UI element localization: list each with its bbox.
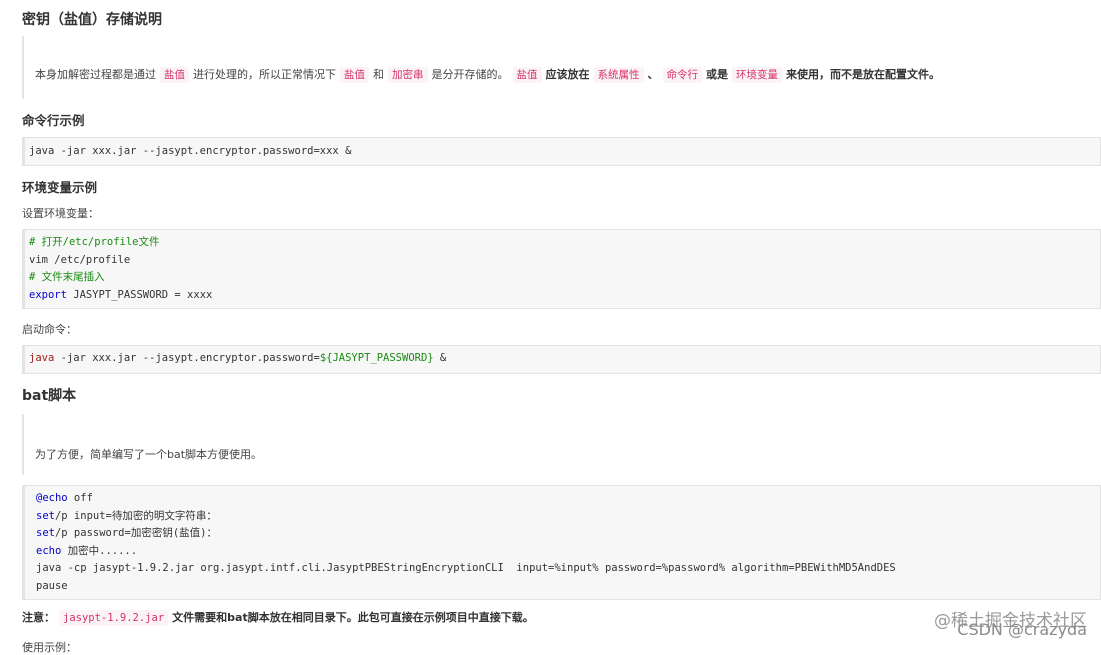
- code-variable: ${JASYPT_PASSWORD}: [319, 352, 434, 364]
- usage-label: 使用示例：: [22, 641, 77, 654]
- start-code-block: java -jar xxx.jar --jasypt.encryptor.pas…: [22, 345, 1101, 374]
- cmd-code-block: java -jar xxx.jar --jasypt.encryptor.pas…: [22, 137, 1101, 166]
- code-text: &: [433, 352, 447, 364]
- note-text: 文件需要和bat脚本放在相同目录下。此包可直接在示例项目中直接下载。: [172, 611, 534, 624]
- intro-text-bold: 应该放在: [545, 68, 590, 81]
- page-title: 密钥（盐值）存储说明: [22, 12, 162, 28]
- code-line: java -jar xxx.jar --jasypt.encryptor.pas…: [29, 350, 1096, 368]
- bat-desc: 为了方便，简单编写了一个bat脚本方便使用。: [35, 448, 263, 461]
- intro-text-part: 是分开存储的。: [431, 68, 509, 81]
- code-text: -jar xxx.jar --jasypt.encryptor.password…: [54, 352, 320, 364]
- code-line-comment: # 文件末尾插入: [29, 271, 105, 283]
- code-tag-encrypted: 加密串: [388, 67, 428, 83]
- code-keyword: echo: [36, 544, 62, 557]
- intro-text-bold: 或是: [706, 68, 728, 81]
- code-tag-jar: jasypt-1.9.2.jar: [59, 610, 169, 626]
- code-line: vim /etc/profile: [29, 253, 131, 266]
- code-line: java -cp jasypt-1.9.2.jar org.jasypt.int…: [36, 562, 896, 574]
- intro-text-part: 进行处理的，所以正常情况下: [193, 68, 336, 81]
- code-line: @echo off: [36, 490, 1096, 508]
- intro-text-part: 和: [373, 68, 384, 81]
- code-line: echo 加密中......: [36, 543, 1096, 561]
- code-keyword: export: [29, 288, 67, 301]
- code-tag-sysprop: 系统属性: [593, 67, 644, 83]
- code-tag-salt: 盐值: [160, 67, 189, 83]
- code-text: off: [67, 492, 93, 504]
- code-tag-salt: 盐值: [512, 67, 542, 83]
- code-keyword: @echo: [36, 492, 68, 504]
- code-line-comment: # 打开/etc/profile文件: [29, 236, 160, 248]
- env-heading: 环境变量示例: [22, 180, 98, 195]
- code-tag-salt: 盐值: [340, 67, 369, 83]
- watermark-csdn: CSDN @crazyda: [957, 620, 1087, 639]
- code-tag-cmd: 命令行: [662, 67, 702, 83]
- code-tag-env: 环境变量: [732, 67, 782, 83]
- code-text: /p password=加密密钥(盐值)：: [54, 527, 217, 539]
- intro-text-part: 本身加解密过程都是通过: [35, 68, 156, 81]
- note-label: 注意：: [22, 611, 55, 624]
- code-line: java -jar xxx.jar --jasypt.encryptor.pas…: [29, 145, 352, 157]
- code-line: export JASYPT_PASSWORD = xxxx: [29, 287, 1096, 305]
- cmd-heading: 命令行示例: [22, 113, 85, 128]
- code-line: set/p input=待加密的明文字符串：: [36, 508, 1096, 526]
- note-line: 注意： jasypt-1.9.2.jar 文件需要和bat脚本放在相同目录下。此包可…: [22, 610, 534, 626]
- env-set-label: 设置环境变量：: [22, 207, 99, 220]
- env-code-block: # 打开/etc/profile文件 vim /etc/profile # 文件…: [22, 229, 1101, 309]
- intro-blockquote: 本身加解密过程都是通过 盐值 进行处理的，所以正常情况下 盐值和加密串 是分开存储的。盐…: [22, 36, 1101, 99]
- code-keyword: set: [36, 509, 55, 522]
- intro-text-bold: 来使用，而不是放在配置文件。: [786, 68, 940, 81]
- intro-text-bold: 、: [647, 68, 659, 81]
- code-keyword: java: [29, 352, 55, 364]
- code-line: set/p password=加密密钥(盐值)：: [36, 525, 1096, 543]
- code-keyword: set: [36, 527, 55, 539]
- code-text: JASYPT_PASSWORD = xxxx: [66, 288, 213, 301]
- bat-code-block: @echo off set/p input=待加密的明文字符串： set/p p…: [22, 485, 1101, 600]
- bat-heading: bat脚本: [22, 388, 77, 404]
- code-text: /p input=待加密的明文字符串：: [54, 509, 217, 522]
- bat-blockquote: 为了方便，简单编写了一个bat脚本方便使用。: [22, 414, 1101, 475]
- code-text: 加密中......: [61, 544, 138, 557]
- code-line: pause: [36, 579, 68, 592]
- start-label: 启动命令：: [22, 323, 77, 336]
- intro-text: 本身加解密过程都是通过 盐值 进行处理的，所以正常情况下 盐值和加密串 是分开存储的。盐…: [35, 67, 940, 83]
